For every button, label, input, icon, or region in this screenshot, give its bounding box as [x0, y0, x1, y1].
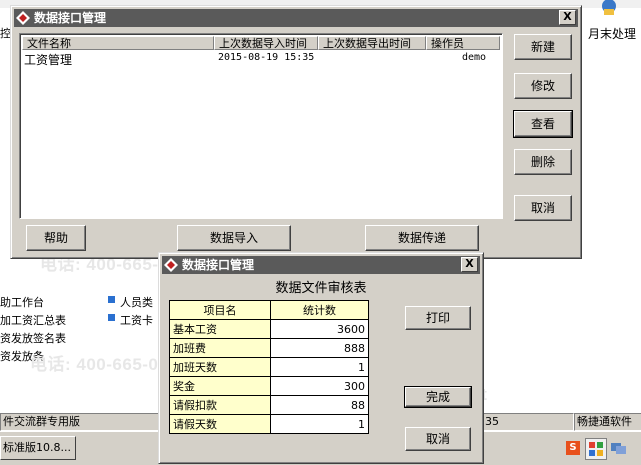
bg-item-workbench[interactable]: 助工作台: [0, 294, 44, 310]
bg-item-salary-card[interactable]: 工资卡: [120, 312, 153, 328]
bullet-icon: [108, 296, 115, 303]
s-icon[interactable]: S: [566, 441, 580, 455]
audit-cancel-button[interactable]: 取消: [405, 427, 471, 451]
main-dialog-title: 数据接口管理: [34, 11, 107, 25]
row-item-name: 请假天数: [169, 414, 271, 434]
month-end-label[interactable]: 月末处理: [588, 25, 636, 42]
row-item-value: 1: [270, 414, 369, 434]
app-diamond-icon: [16, 11, 30, 25]
table-row[interactable]: 工资管理 2015-08-19 15:35 demo: [22, 51, 500, 67]
status-left: 件交流群专用版: [0, 413, 164, 431]
main-dialog-titlebar[interactable]: 数据接口管理 X: [14, 9, 578, 27]
column-header-import-time[interactable]: 上次数据导入时间: [214, 36, 318, 50]
table-row: 加班费 888: [169, 338, 369, 358]
table-row: 请假扣款 88: [169, 395, 369, 415]
taskbar-app-button[interactable]: 标准版10.8...: [0, 436, 76, 460]
table-row: 基本工资 3600: [169, 319, 369, 339]
row-item-name: 加班天数: [169, 357, 271, 377]
row-item-name: 基本工资: [169, 319, 271, 339]
data-import-button[interactable]: 数据导入: [177, 225, 291, 251]
column-header-operator[interactable]: 操作员: [426, 36, 500, 50]
column-header-export-time[interactable]: 上次数据导出时间: [318, 36, 426, 50]
audit-table-heading: 数据文件审核表: [275, 281, 367, 296]
row-item-name: 请假扣款: [169, 395, 271, 415]
cancel-button[interactable]: 取消: [514, 195, 572, 221]
new-button[interactable]: 新建: [514, 34, 572, 60]
audit-dialog-titlebar[interactable]: 数据接口管理 X: [162, 256, 480, 274]
bg-item-staff-type[interactable]: 人员类: [120, 294, 153, 310]
row-item-name: 奖金: [169, 376, 271, 396]
main-dialog-close-button[interactable]: X: [559, 10, 576, 25]
data-interface-dialog: 数据接口管理 X 文件名称 上次数据导入时间 上次数据导出时间 操作员 工资管理…: [10, 5, 582, 259]
table-row: 奖金 300: [169, 376, 369, 396]
file-list[interactable]: 文件名称 上次数据导入时间 上次数据导出时间 操作员 工资管理 2015-08-…: [19, 33, 503, 219]
status-right: 畅捷通软件: [574, 413, 641, 431]
table-row: 加班天数 1: [169, 357, 369, 377]
audit-dialog: 数据接口管理 X 数据文件审核表 项目名 统计数 基本工资 3600 加班费 888…: [158, 252, 484, 464]
column-header-file-name[interactable]: 文件名称: [22, 36, 214, 50]
row-item-value: 3600: [270, 319, 369, 339]
audit-dialog-title: 数据接口管理: [182, 258, 255, 272]
edit-button[interactable]: 修改: [514, 73, 572, 99]
status-mid: 35: [482, 413, 574, 431]
view-button[interactable]: 查看: [513, 110, 573, 138]
help-button[interactable]: 帮助: [26, 225, 86, 251]
row-item-name: 加班费: [169, 338, 271, 358]
row-item-value: 300: [270, 376, 369, 396]
row-operator: demo: [462, 52, 487, 63]
data-transfer-button[interactable]: 数据传递: [365, 225, 479, 251]
bg-item-sign-sheet[interactable]: 资发放签名表: [0, 330, 66, 346]
row-import-time: 2015-08-19 15:35: [218, 52, 315, 63]
done-button[interactable]: 完成: [404, 386, 472, 408]
app-diamond-icon: [164, 258, 178, 272]
column-header-count: 统计数: [270, 300, 369, 320]
month-end-icon[interactable]: [598, 0, 620, 18]
audit-table-header-row: 项目名 统计数: [169, 300, 369, 320]
audit-dialog-close-button[interactable]: X: [461, 257, 478, 272]
tray-apps-icon[interactable]: [585, 438, 607, 460]
row-item-value: 1: [270, 357, 369, 377]
bg-item-salary-summary[interactable]: 加工资汇总表: [0, 312, 66, 328]
row-file-name: 工资管理: [24, 53, 73, 67]
row-item-value: 88: [270, 395, 369, 415]
row-item-value: 888: [270, 338, 369, 358]
bullet-icon: [108, 314, 115, 321]
audit-table: 项目名 统计数 基本工资 3600 加班费 888 加班天数 1 奖金 300 请假扣款…: [169, 300, 369, 434]
table-row: 请假天数 1: [169, 414, 369, 434]
delete-button[interactable]: 删除: [514, 149, 572, 175]
column-header-item-name: 项目名: [169, 300, 271, 320]
tray-network-icon[interactable]: [609, 439, 627, 457]
bg-item-payslip[interactable]: 资发放条: [0, 348, 44, 364]
print-button[interactable]: 打印: [405, 306, 471, 330]
